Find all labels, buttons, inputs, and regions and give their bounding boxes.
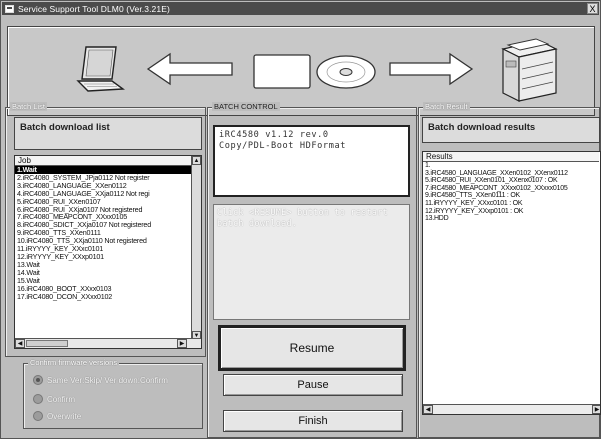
batch-result-group-label: Batch Result — [423, 102, 470, 111]
device-boot-format: Copy/PDL-Boot HDFormat — [219, 141, 347, 151]
batch-control-group-label: BATCH CONTROL — [212, 102, 280, 111]
message-panel: Click <RESUME> button to restart batch d… — [213, 204, 410, 320]
list-item[interactable]: 14.Wait — [15, 268, 193, 277]
radio-selected-icon[interactable] — [33, 375, 43, 385]
list-item[interactable]: 12.iRYYYY_KEY_XXxp0101 : OK — [423, 208, 600, 216]
app-window: Service Support Tool DLM0 (Ver.3.21E) X — [0, 0, 601, 439]
list-item[interactable]: 13.HDD — [423, 215, 600, 223]
radio-confirm-label: Confirm — [47, 394, 76, 404]
copier-icon — [501, 38, 558, 102]
resume-button[interactable]: Resume — [218, 325, 406, 371]
batch-download-results-header: Batch download results — [422, 117, 600, 143]
radio-same-ver-skip-label: Same Ver:Skip/ Ver down:Confirm — [47, 375, 168, 385]
finish-button[interactable]: Finish — [223, 410, 403, 432]
device-info-panel: iRC4580 v1.12 rev.0 Copy/PDL-Boot HDForm… — [213, 125, 410, 197]
list-item[interactable]: 5.iRC4580_RUI_XXen0101_XXenx0107 : OK — [423, 177, 600, 185]
list-item[interactable]: 12.iRYYYY_KEY_XXxp0101 — [15, 253, 193, 261]
status-message: Click <RESUME> button to restart batch d… — [217, 207, 388, 228]
job-rows: 1.Wait 2.iRC4080_SYSTEM_JPja0112 Not regi… — [15, 166, 193, 300]
list-item[interactable]: 1. — [423, 162, 600, 170]
scroll-left-icon[interactable]: ◀ — [15, 339, 25, 348]
results-column-header[interactable]: Results — [423, 152, 599, 162]
device-banner — [7, 26, 595, 116]
pause-button[interactable]: Pause — [223, 374, 403, 396]
radio-unselected-icon[interactable] — [33, 411, 43, 421]
radio-overwrite-label: Overwrite — [47, 411, 82, 421]
close-button[interactable]: X — [587, 3, 598, 14]
arrow-left-icon — [146, 52, 233, 86]
radio-unselected-icon[interactable] — [33, 394, 43, 404]
window-title: Service Support Tool DLM0 (Ver.3.21E) — [18, 3, 170, 14]
job-column-header[interactable]: Job — [15, 156, 193, 166]
batch-download-list-header: Batch download list — [14, 117, 202, 150]
device-info-text: iRC4580 v1.12 rev.0 Copy/PDL-Boot HDForm… — [215, 127, 408, 155]
title-bar: Service Support Tool DLM0 (Ver.3.21E) X — [2, 2, 599, 15]
radio-same-ver-skip[interactable]: Same Ver:Skip/ Ver down:Confirm — [33, 375, 168, 385]
radio-overwrite[interactable]: Overwrite — [33, 411, 81, 421]
radio-confirm[interactable]: Confirm — [33, 394, 75, 404]
list-item[interactable]: 13.Wait — [15, 260, 193, 269]
app-window-icon — [5, 4, 14, 13]
laptop-icon — [76, 46, 125, 92]
media-card-icon — [253, 54, 311, 89]
batch-job-list[interactable]: Job 1.Wait 2.iRC4080_SYSTEM_JPja0112 Not … — [14, 155, 202, 349]
job-list-vertical-scrollbar[interactable]: ▲ ▼ — [191, 156, 201, 340]
scroll-right-icon[interactable]: ▶ — [177, 339, 187, 348]
disc-icon — [316, 55, 376, 89]
scroll-thumb[interactable] — [26, 340, 68, 347]
banner-graphic — [76, 38, 558, 102]
list-item[interactable]: 9.iRC4580_TTS_XXen0111 : OK — [423, 192, 600, 200]
list-item[interactable]: 17.iRC4080_DCON_XXxx0102 — [15, 292, 193, 301]
results-horizontal-scrollbar[interactable]: ◀ ▶ — [423, 404, 600, 414]
scroll-left-icon[interactable]: ◀ — [423, 405, 433, 414]
list-item[interactable]: 3.iRC4580_LANGUAGE_XXen0102_XXenx0112 — [423, 170, 600, 178]
scroll-right-icon[interactable]: ▶ — [592, 405, 600, 414]
scroll-up-icon[interactable]: ▲ — [192, 156, 201, 165]
batch-list-group-label: Batch List — [10, 102, 47, 111]
confirm-firmware-group-label: Confirm firmware versions — [28, 358, 120, 367]
results-list[interactable]: Results 1. 3.iRC4580_LANGUAGE_XXen0102_XX… — [422, 151, 601, 415]
list-item[interactable]: 7.iRC4580_MEAPCONT_XXxx0102_XXxxx0105 — [423, 185, 600, 193]
list-item[interactable]: 11.iRYYYY_KEY_XXxc0101 : OK — [423, 200, 600, 208]
job-list-horizontal-scrollbar[interactable]: ◀ ▶ — [15, 338, 201, 348]
result-rows: 1. 3.iRC4580_LANGUAGE_XXen0102_XXenx0112 5… — [423, 162, 600, 223]
arrow-right-icon — [389, 52, 474, 86]
device-model-version: iRC4580 v1.12 rev.0 — [219, 130, 329, 140]
